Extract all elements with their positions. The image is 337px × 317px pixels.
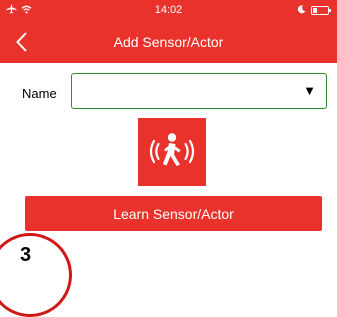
moon-icon xyxy=(297,1,306,19)
name-dropdown[interactable]: ▼ xyxy=(71,73,327,109)
app-header: 14:02 Add Sensor/Actor xyxy=(0,0,337,63)
motion-sensor-icon xyxy=(138,118,206,186)
status-bar: 14:02 xyxy=(0,0,337,20)
learn-sensor-button[interactable]: Learn Sensor/Actor xyxy=(25,196,322,231)
status-time: 14:02 xyxy=(154,4,183,16)
step-number: 3 xyxy=(20,244,32,266)
status-right xyxy=(297,1,331,19)
name-label: Name xyxy=(22,86,57,101)
step-circle xyxy=(0,233,72,317)
battery-icon xyxy=(311,5,331,15)
page-title: Add Sensor/Actor xyxy=(113,34,224,50)
triangle-down-icon: ▼ xyxy=(303,83,316,98)
